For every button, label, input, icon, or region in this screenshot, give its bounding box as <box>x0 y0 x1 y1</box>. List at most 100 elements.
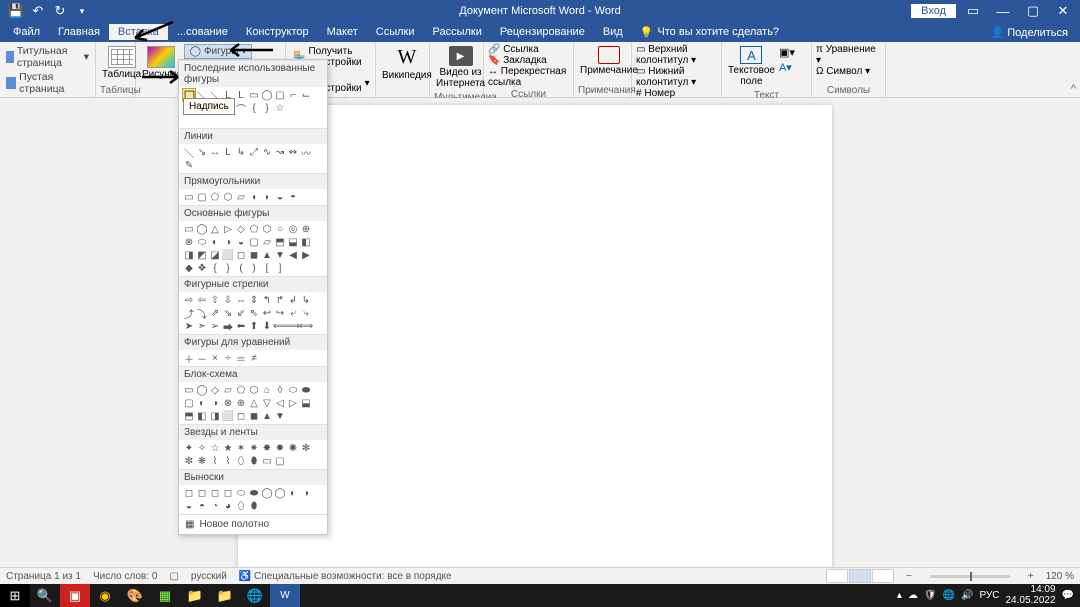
shape-arrow[interactable]: ↪ <box>274 307 286 319</box>
shape-equals[interactable]: ＝ <box>235 352 247 364</box>
shape-callout[interactable]: ⬮ <box>248 500 260 512</box>
tray-icon[interactable]: 🛡 <box>924 590 937 601</box>
shape-arrow[interactable]: ⇘ <box>222 307 234 319</box>
shape-arrow[interactable]: ⟹ <box>287 320 299 332</box>
shape-star[interactable]: ⬯ <box>235 455 247 467</box>
shape-star[interactable]: ✹ <box>274 442 286 454</box>
ribbon-display-icon[interactable]: ▭ <box>960 0 986 22</box>
task-app[interactable]: ◉ <box>90 584 120 607</box>
shape-flowchart[interactable]: ⬭ <box>287 384 299 396</box>
shape-star[interactable]: ☆ <box>274 102 286 114</box>
shape-basic[interactable]: ⬜ <box>222 249 234 261</box>
bookmark-button[interactable]: 🔖 Закладка <box>488 55 569 66</box>
shape-arrow[interactable]: ↳ <box>300 294 312 306</box>
shape-rounded-rect[interactable]: ▢ <box>274 89 286 101</box>
shape-arrow[interactable]: ⤴ <box>183 307 195 319</box>
shape-basic[interactable]: ] <box>274 262 286 274</box>
shape-connector[interactable]: ⌙ <box>300 89 312 101</box>
shape-flowchart[interactable]: ▱ <box>222 384 234 396</box>
shape-basic[interactable]: ⬓ <box>287 236 299 248</box>
shape-flowchart[interactable]: ⊗ <box>222 397 234 409</box>
tab-design[interactable]: Конструктор <box>237 24 318 40</box>
shape-connector[interactable]: ⌐ <box>287 89 299 101</box>
shape-flowchart[interactable]: ◨ <box>209 410 221 422</box>
shape-callout[interactable]: ◔ <box>209 500 221 512</box>
shape-callout[interactable]: ◻ <box>209 487 221 499</box>
shape-callout[interactable]: ◯ <box>274 487 286 499</box>
shape-basic[interactable]: } <box>222 262 234 274</box>
shape-arc[interactable]: ⌒ <box>235 102 247 114</box>
shape-arrow[interactable]: ⇗ <box>209 307 221 319</box>
tab-references[interactable]: Ссылки <box>367 24 424 40</box>
shape-basic[interactable]: ◨ <box>183 249 195 261</box>
shape-basic[interactable]: ◒ <box>235 236 247 248</box>
shape-flowchart[interactable]: ▼ <box>274 410 286 422</box>
shape-flowchart[interactable]: ◑ <box>209 397 221 409</box>
cover-page-button[interactable]: Титульная страница ▾ <box>4 44 91 70</box>
tray-volume-icon[interactable]: 🔊 <box>961 590 973 601</box>
shape-star[interactable]: ✧ <box>196 442 208 454</box>
shape-basic[interactable]: ▶ <box>300 249 312 261</box>
shape-curve-double[interactable]: ↭ <box>287 146 299 158</box>
qat-customize-icon[interactable]: ▾ <box>72 1 92 21</box>
text-box-button[interactable]: AТекстовое поле <box>726 44 777 89</box>
search-icon[interactable]: 🔍 <box>30 584 60 607</box>
shape-brace[interactable]: { <box>248 102 260 114</box>
shape-oval[interactable]: ◯ <box>261 89 273 101</box>
login-button[interactable]: Вход <box>911 4 956 18</box>
shape-arrow[interactable]: ➣ <box>196 320 208 332</box>
shape-snip-rect[interactable]: ⬡ <box>222 191 234 203</box>
shape-flowchart[interactable]: ⬓ <box>300 397 312 409</box>
shape-basic[interactable]: ⬡ <box>261 223 273 235</box>
shape-flowchart[interactable]: ⬠ <box>235 384 247 396</box>
zoom-out-icon[interactable]: − <box>906 571 912 582</box>
comment-button[interactable]: Примечание <box>578 44 640 84</box>
shape-round-rect[interactable]: ◖ <box>248 191 260 203</box>
shape-star[interactable]: ✼ <box>183 455 195 467</box>
shape-plus[interactable]: ＋ <box>183 352 195 364</box>
tab-home[interactable]: Главная <box>49 24 109 40</box>
shape-flowchart[interactable]: ⬒ <box>183 410 195 422</box>
tab-file[interactable]: Файл <box>4 24 49 40</box>
shape-callout[interactable]: ◻ <box>183 487 195 499</box>
status-accessibility[interactable]: ♿ Специальные возможности: все в порядке <box>239 571 452 582</box>
status-language[interactable]: русский <box>191 571 227 582</box>
shape-arrow[interactable]: ⬆ <box>248 320 260 332</box>
shape-arrow[interactable]: ⤷ <box>300 307 312 319</box>
zoom-level[interactable]: 120 % <box>1046 571 1074 582</box>
shape-flowchart[interactable]: ▽ <box>261 397 273 409</box>
shape-freeform[interactable]: 〰 <box>300 146 312 158</box>
symbol-button[interactable]: Ω Символ ▾ <box>816 66 881 77</box>
shape-rectangle[interactable]: ▭ <box>248 89 260 101</box>
shape-basic[interactable]: ◻ <box>235 249 247 261</box>
shape-star[interactable]: ❋ <box>196 455 208 467</box>
shape-curve[interactable]: ∿ <box>261 146 273 158</box>
shape-basic[interactable]: ▼ <box>274 249 286 261</box>
shape-basic[interactable]: ⊗ <box>183 236 195 248</box>
shape-callout[interactable]: ◐ <box>287 487 299 499</box>
tab-layout[interactable]: Макет <box>318 24 367 40</box>
shape-round-rect[interactable]: ◗ <box>261 191 273 203</box>
footer-button[interactable]: ▭ Нижний колонтитул ▾ <box>636 66 717 88</box>
task-app[interactable]: ▣ <box>60 584 90 607</box>
tab-view[interactable]: Вид <box>594 24 632 40</box>
shape-star[interactable]: ☆ <box>209 442 221 454</box>
shape-star[interactable]: ⬮ <box>248 455 260 467</box>
shape-basic[interactable]: { <box>209 262 221 274</box>
task-file-explorer[interactable]: 📁 <box>180 584 210 607</box>
shape-arrow[interactable]: ➢ <box>209 320 221 332</box>
redo-icon[interactable]: ↻ <box>50 1 70 21</box>
start-button[interactable]: ⊞ <box>0 584 30 607</box>
maximize-icon[interactable]: ▢ <box>1020 0 1046 22</box>
task-chrome[interactable]: 🌐 <box>240 584 270 607</box>
status-words[interactable]: Число слов: 0 <box>93 571 157 582</box>
task-app[interactable]: 🎨 <box>120 584 150 607</box>
shape-flowchart[interactable]: ⬡ <box>248 384 260 396</box>
task-word[interactable]: W <box>270 584 300 607</box>
shape-basic[interactable]: ◼ <box>248 249 260 261</box>
shape-brace[interactable]: } <box>261 102 273 114</box>
shape-arrow[interactable]: ⇙ <box>235 307 247 319</box>
shape-basic[interactable]: ⬭ <box>196 236 208 248</box>
shape-callout[interactable]: ◕ <box>222 500 234 512</box>
shape-callout[interactable]: ⬯ <box>235 500 247 512</box>
